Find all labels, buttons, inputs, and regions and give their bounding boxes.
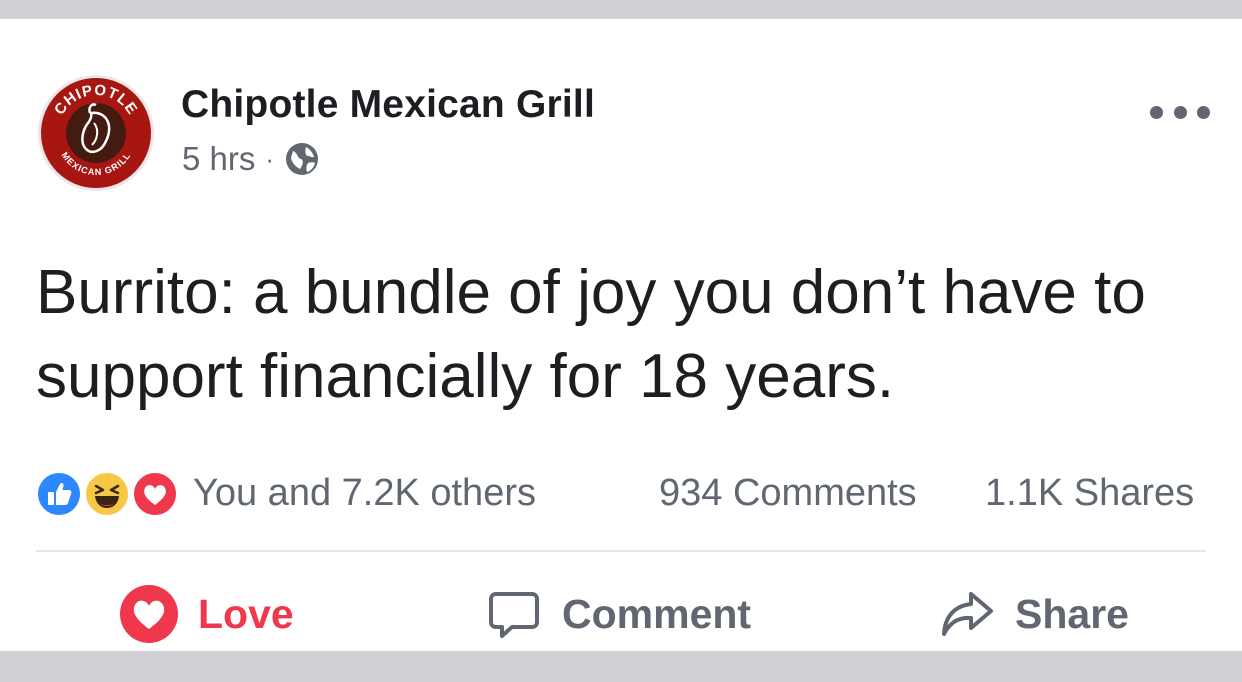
more-dot (1173, 105, 1187, 119)
comment-button[interactable]: Comment (486, 579, 751, 649)
comment-icon (489, 592, 539, 638)
post-time[interactable]: 5 hrs (182, 140, 255, 178)
divider (36, 550, 1206, 552)
love-reaction-icon (132, 471, 178, 517)
haha-reaction-icon (84, 471, 130, 517)
meta-separator: · (265, 143, 275, 174)
more-options-button[interactable] (1150, 97, 1210, 127)
reaction-icons[interactable] (36, 471, 186, 517)
post-card: CHIPOTLE MEXICAN GRILL Chipotle Mexican … (0, 19, 1242, 651)
post-stats: You and 7.2K others 934 Comments 1.1K Sh… (36, 469, 1206, 519)
comments-count[interactable]: 934 Comments (659, 472, 917, 515)
post-meta: 5 hrs · (182, 137, 320, 181)
shares-count[interactable]: 1.1K Shares (985, 472, 1194, 515)
page-avatar[interactable]: CHIPOTLE MEXICAN GRILL (36, 73, 156, 193)
like-reaction-icon (36, 471, 82, 517)
love-button[interactable]: Love (120, 579, 294, 649)
more-dot (1197, 105, 1210, 119)
chipotle-logo: CHIPOTLE MEXICAN GRILL (38, 75, 154, 191)
share-arrow-icon (942, 592, 993, 636)
love-label: Love (198, 590, 294, 637)
page-name[interactable]: Chipotle Mexican Grill (181, 83, 595, 127)
heart-icon (120, 585, 178, 643)
post-text: Burrito: a bundle of joy you don’t have … (36, 258, 1146, 411)
globe-icon (286, 143, 319, 175)
share-button[interactable]: Share (939, 579, 1129, 649)
share-label: Share (1015, 590, 1129, 637)
more-dot (1150, 105, 1163, 119)
action-bar: Love Comment Share (36, 579, 1206, 649)
comment-label: Comment (562, 590, 752, 637)
reactions-summary[interactable]: You and 7.2K others (193, 472, 536, 515)
